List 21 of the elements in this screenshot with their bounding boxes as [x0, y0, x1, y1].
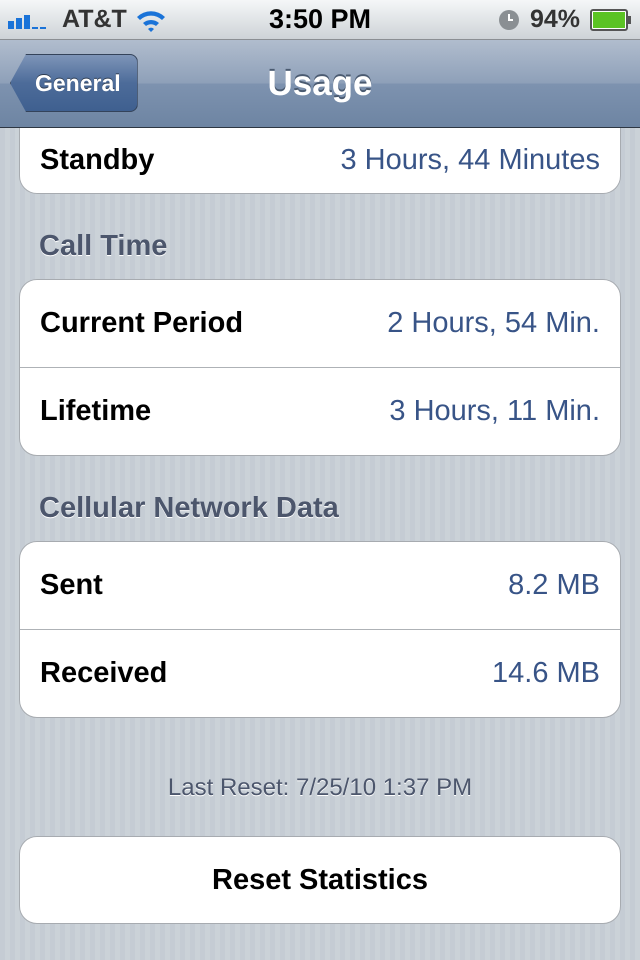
- battery-icon: [590, 8, 632, 30]
- row-label: Current Period: [40, 307, 244, 340]
- battery-percent: 94%: [530, 5, 580, 34]
- row-label: Standby: [40, 144, 154, 177]
- reset-statistics-button[interactable]: Reset Statistics: [19, 836, 621, 924]
- row-value: 8.2 MB: [508, 569, 600, 602]
- row-value: 2 Hours, 54 Min.: [387, 307, 600, 340]
- row-label: Sent: [40, 569, 103, 602]
- section-header: Call Time: [38, 229, 168, 264]
- section-header: Cellular Network Data: [38, 491, 340, 526]
- carrier-name: AT&T: [62, 5, 127, 34]
- row-value: 3 Hours, 11 Min.: [389, 395, 600, 428]
- nav-title: Usage: [267, 64, 373, 104]
- row-label: Received: [40, 657, 168, 690]
- clock-icon: [498, 8, 520, 30]
- row-value: 3 Hours, 44 Minutes: [340, 144, 600, 177]
- last-reset-text: Last Reset: 7/25/10 1:37 PM: [168, 774, 472, 801]
- row-value: 14.6 MB: [492, 657, 600, 690]
- row-label: Lifetime: [40, 395, 152, 428]
- back-button[interactable]: General: [10, 54, 138, 112]
- status-time: 3:50 PM: [268, 4, 372, 35]
